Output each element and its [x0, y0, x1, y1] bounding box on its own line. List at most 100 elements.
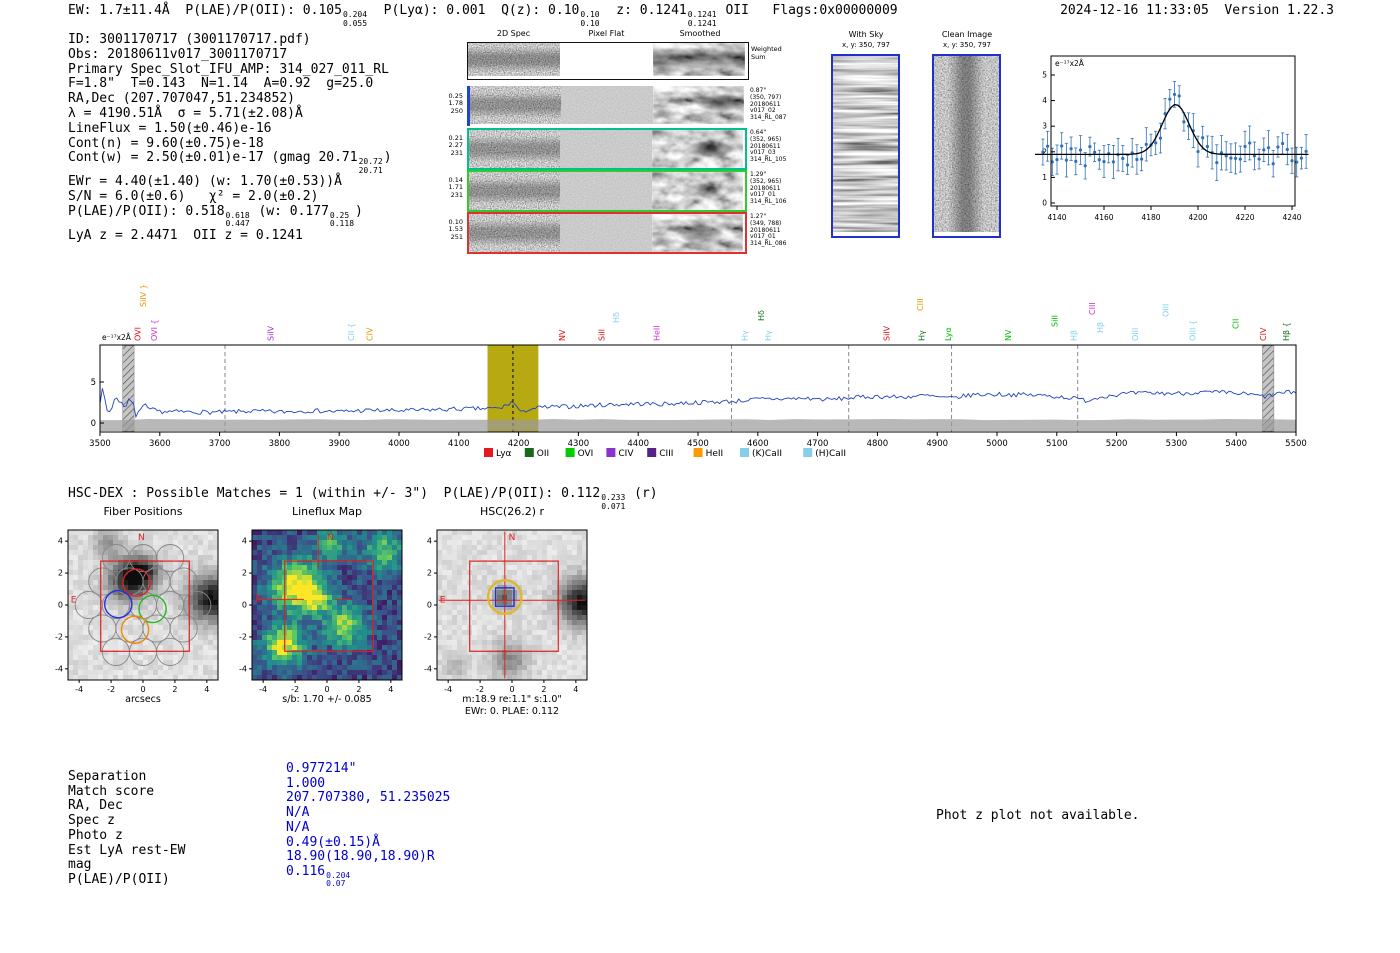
emission-line-marker: SiII: [598, 329, 607, 341]
emission-line-marker: Hβ {: [1282, 322, 1291, 341]
line-fit-plot: 4140 4160 4180 4200 4220 4240 0 1 2 3 4 5 e⁻¹⁷x2Å: [1035, 55, 1309, 222]
compass-e-label: E: [256, 595, 262, 605]
match-row-label: mag: [68, 857, 92, 873]
row-smoothed-image: [653, 86, 744, 124]
sup-sub-value: 0.618 0.447: [225, 210, 250, 229]
phot-z-note: Phot z plot not available.: [936, 808, 1140, 823]
svg-text:-4: -4: [259, 685, 267, 694]
svg-text:4900: 4900: [926, 439, 948, 449]
svg-text:5200: 5200: [1106, 439, 1128, 449]
svg-text:4180: 4180: [1141, 213, 1160, 222]
weighted-sum-strip: [467, 42, 749, 80]
emission-line-marker: Hγ: [741, 330, 750, 341]
cutout-2d-row: [467, 86, 746, 126]
row-pixel-flat-image: [560, 172, 652, 210]
fiber-xlabel: arcsecs: [125, 694, 161, 705]
legend-label: CIV: [618, 449, 634, 459]
full-spectrum-plot: 3500 3600 3700 3800 3900 4000 4100 4200 4300 4400…: [89, 284, 1307, 459]
row-pixel-flat-image: [560, 130, 652, 168]
compass-e-label: E: [440, 595, 446, 605]
emission-line-marker: Hβ: [1070, 330, 1079, 341]
svg-text:0: 0: [242, 601, 247, 610]
hsc-r-plot: N E -4 -4 -2 -2 0 0 2 2 4 4: [424, 529, 588, 694]
emission-line-marker: Lyα: [944, 327, 953, 341]
compass-e-label: E: [71, 595, 77, 605]
info-line: RA,Dec (207.707047,51.234852): [68, 91, 295, 107]
sup-sub-value: 0.10 0.10: [580, 10, 600, 28]
col-title-smoothed: Smoothed: [679, 29, 721, 38]
emission-line-marker: SiIV }: [139, 284, 148, 307]
cutout-2d-row: [467, 128, 747, 170]
with-sky-coords: x, y: 350, 797: [842, 41, 890, 49]
legend-label: CIII: [659, 449, 673, 459]
svg-text:-4: -4: [239, 664, 247, 673]
emission-line-marker: CII {: [347, 323, 356, 341]
emission-line-marker: OVI: [134, 327, 143, 341]
emission-line-marker: Hδ: [757, 310, 766, 321]
svg-text:-4: -4: [75, 685, 83, 694]
legend-label: HeII: [706, 449, 724, 459]
weighted-smoothed-image: [653, 43, 745, 76]
svg-text:4400: 4400: [627, 439, 649, 449]
match-row-label: Photo z: [68, 827, 123, 843]
col-title-2d-spec: 2D Spec: [496, 29, 531, 38]
row-left-weights: 0.14 1.71 231: [448, 176, 463, 199]
info-line: Cont(w) = 2.50(±0.01)e-17 (gmag 20.71 20.…: [68, 150, 392, 175]
match-table-row: P(LAE)/P(OII) 0.116 0.204 0.07: [68, 864, 450, 897]
with-sky-title: With Sky: [848, 30, 884, 39]
row-pixel-flat-image: [561, 86, 653, 124]
match-table-row: Separation 0.977214": [68, 761, 450, 785]
compass-n-label: N: [509, 533, 516, 543]
elixer-report: EW: 1.7±11.4Å P(LAE)/P(OII): 0.105 0.204 0…: [0, 0, 1400, 953]
row-pixel-flat-image: [560, 214, 652, 252]
sup-sub-value: 0.25 0.118: [329, 210, 355, 229]
info-line: ID: 3001170717 (3001170717.pdf): [68, 32, 311, 47]
legend-label: (H)CaII: [815, 449, 846, 459]
svg-text:0: 0: [1042, 199, 1047, 208]
emission-line-marker: CIII: [1088, 302, 1097, 315]
svg-text:0: 0: [509, 685, 514, 694]
svg-text:-2: -2: [291, 685, 299, 694]
svg-text:4100: 4100: [448, 439, 470, 449]
clean-image-coords: x, y: 350, 797: [943, 41, 991, 49]
compass-n-label: N: [327, 533, 334, 543]
match-table-row: mag 18.90(18.90,18.90)R: [68, 849, 450, 873]
info-line: LineFlux = 1.50(±0.46)e-16: [68, 120, 272, 136]
row-left-weights: 0.25 1.78 250: [448, 92, 463, 115]
svg-text:-2: -2: [107, 685, 115, 694]
info-line: F=1.8" T=0.143 N=1.14 A=0.92 g=25.0: [68, 76, 374, 92]
svg-text:4500: 4500: [687, 439, 709, 449]
match-row-value: 0.977214": [286, 761, 357, 776]
weighted-sum-label: Weighted Sum: [751, 45, 782, 61]
svg-text:4200: 4200: [508, 439, 530, 449]
sup-sub-value: 0.1241 0.1241: [687, 10, 717, 28]
svg-text:4: 4: [427, 537, 432, 546]
row-2d-spec-image: [469, 214, 560, 252]
row-2d-spec-image: [469, 130, 560, 168]
sup-sub-value: 20.72 20.71: [358, 157, 383, 175]
svg-text:-2: -2: [476, 685, 484, 694]
svg-text:-4: -4: [424, 664, 432, 673]
fit-plot-unit-label: e⁻¹⁷x2Å: [1055, 59, 1085, 68]
svg-text:5: 5: [91, 378, 96, 388]
hsc-r-title: HSC(26.2) r: [479, 505, 545, 518]
svg-text:2: 2: [1042, 147, 1047, 156]
svg-text:4240: 4240: [1282, 213, 1301, 222]
svg-text:4140: 4140: [1047, 213, 1066, 222]
match-row-value: 0.49(±0.15)Å: [286, 834, 380, 850]
svg-text:3800: 3800: [269, 439, 291, 449]
row-left-weights: 0.10 1.53 251: [448, 218, 463, 241]
emission-line-marker: CIV: [1259, 327, 1268, 341]
svg-text:0: 0: [140, 685, 145, 694]
match-row-value: 18.90(18.90,18.90)R: [286, 849, 435, 865]
emission-line-marker: SiII: [1050, 315, 1059, 327]
info-line: EWr = 4.40(±1.40) (w: 1.70(±0.53))Å: [68, 174, 342, 190]
row-right-meta: 0.87" (350, 797) 20180611 v017_02 314_RL_087: [750, 87, 787, 122]
svg-text:4300: 4300: [568, 439, 590, 449]
info-line: Cont(n) = 9.60(±0.75)e-18: [68, 135, 264, 151]
svg-text:3: 3: [1042, 122, 1047, 131]
svg-text:3700: 3700: [209, 439, 231, 449]
emission-line-marker: OIII: [1131, 328, 1140, 341]
svg-text:-4: -4: [444, 685, 452, 694]
clean-image-title: Clean Image: [941, 30, 993, 39]
